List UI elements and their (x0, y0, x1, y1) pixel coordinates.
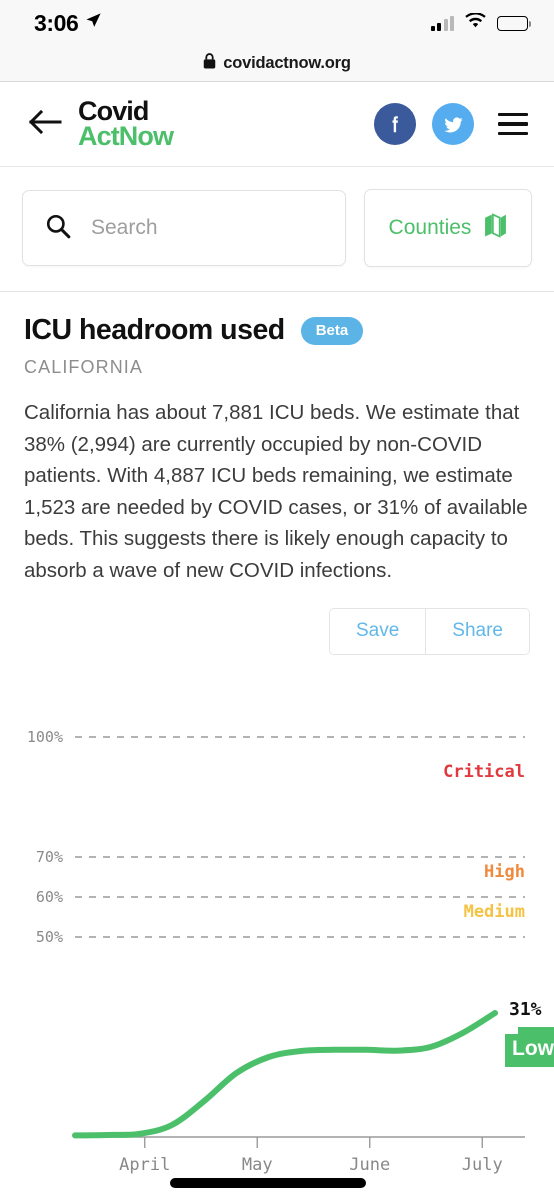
site-header: Covid ActNow (0, 82, 554, 167)
main-content: ICU headroom used Beta CALIFORNIA Califo… (0, 292, 554, 1177)
chart-series-line (72, 1010, 498, 1139)
ytick-label: 100% (27, 728, 63, 746)
location-arrow-icon (85, 12, 102, 34)
chart-zone-labels: Critical High Medium (443, 762, 525, 922)
level-chip-label: Low (512, 1037, 554, 1060)
map-icon (484, 213, 507, 243)
title-row: ICU headroom used Beta (24, 314, 530, 347)
series-line (72, 1010, 498, 1139)
beta-badge: Beta (300, 316, 364, 345)
chart-svg: 100% 70% 60% 50% Critical High Medium April Ma… (27, 728, 554, 1175)
lock-icon (203, 53, 216, 74)
xtick-label: June (349, 1155, 390, 1175)
home-indicator (170, 1178, 366, 1188)
header-actions (374, 103, 528, 145)
hamburger-menu-icon[interactable] (498, 112, 528, 136)
site-logo[interactable]: Covid ActNow (78, 97, 174, 151)
counties-button[interactable]: Counties (364, 189, 532, 267)
cellular-signal-icon (430, 15, 454, 31)
chart-axis (75, 1136, 525, 1149)
counties-label: Counties (388, 216, 472, 239)
url-text: covidactnow.org (223, 54, 351, 72)
search-input[interactable]: Search (22, 190, 346, 266)
clock: 3:06 (34, 9, 79, 36)
ios-status-bar: 3:06 (0, 0, 554, 46)
search-icon (45, 213, 71, 244)
battery-icon (497, 15, 531, 31)
chart-ytick-labels: 100% 70% 60% 50% (27, 728, 63, 946)
search-placeholder: Search (91, 216, 158, 239)
zone-label-medium: Medium (464, 902, 525, 922)
search-row: Search Counties (0, 167, 554, 292)
location-subtitle: CALIFORNIA (24, 357, 144, 377)
xtick-label: July (462, 1155, 503, 1175)
back-arrow-icon[interactable] (28, 109, 62, 140)
facebook-icon[interactable] (374, 103, 416, 145)
page-title: ICU headroom used (24, 314, 285, 346)
zone-label-high: High (484, 862, 525, 882)
share-button[interactable]: Share (426, 609, 529, 655)
xtick-label: April (119, 1155, 170, 1175)
wifi-icon (465, 12, 486, 33)
chart-current-value: 31% Low (505, 999, 554, 1068)
xtick-label: May (242, 1155, 273, 1175)
ytick-label: 50% (36, 928, 63, 946)
zone-label-critical: Critical (443, 762, 525, 782)
save-share-group: Save Share (328, 608, 530, 656)
status-bar-left: 3:06 (34, 10, 102, 37)
logo-line-actnow: ActNow (78, 121, 174, 151)
icu-headroom-chart[interactable]: 100% 70% 60% 50% Critical High Medium April Ma… (24, 677, 554, 1177)
save-button[interactable]: Save (329, 609, 427, 655)
twitter-icon[interactable] (432, 103, 474, 145)
chart-actions: Save Share (24, 608, 530, 656)
browser-url-bar[interactable]: covidactnow.org (0, 46, 554, 82)
current-value-label: 31% (509, 999, 542, 1020)
chart-xtick-labels: April May June July (119, 1155, 503, 1175)
ytick-label: 60% (36, 888, 63, 906)
ytick-label: 70% (36, 848, 63, 866)
status-bar-right (430, 12, 531, 33)
metric-description: California has about 7,881 ICU beds. We … (24, 401, 528, 582)
